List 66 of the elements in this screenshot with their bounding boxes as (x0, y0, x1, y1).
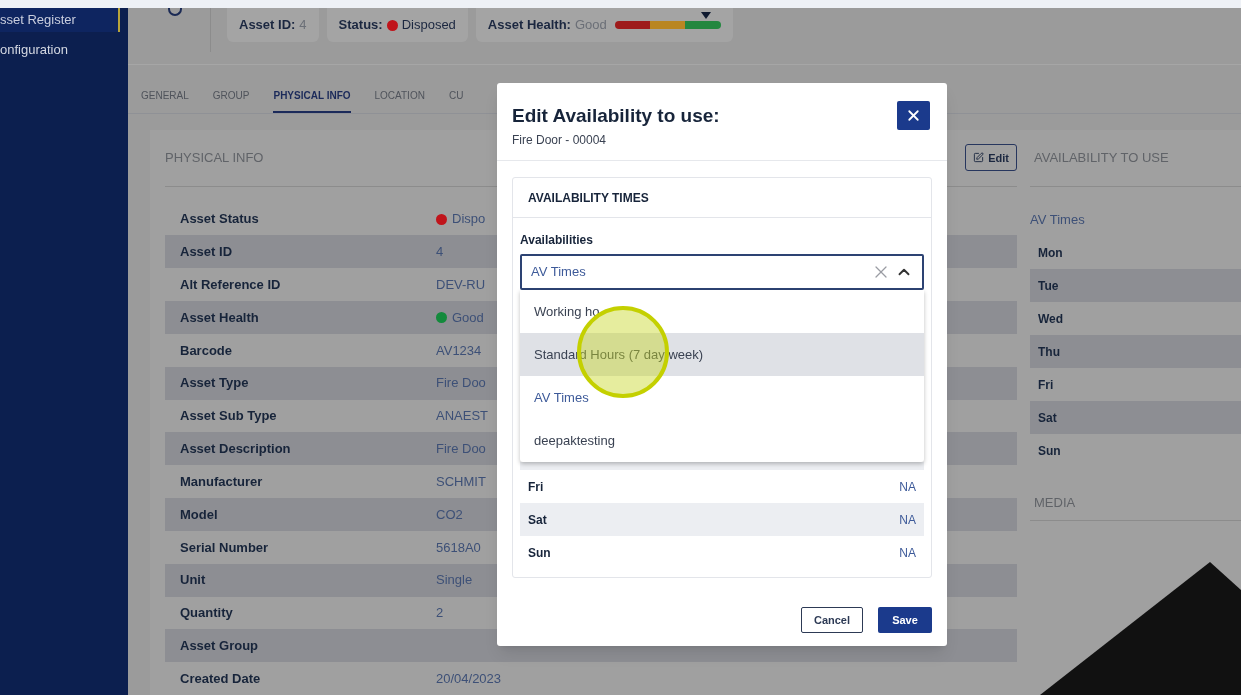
modal-subtitle: Fire Door - 00004 (512, 132, 608, 149)
row-value: 4 (436, 243, 444, 262)
row-label: Manufacturer (180, 472, 264, 491)
chip-label: Status: (338, 16, 383, 35)
day-label: Sat (528, 511, 547, 529)
chip-label: Asset ID: (239, 16, 296, 35)
row-value: CO2 (436, 505, 463, 524)
row-value: Dispo (452, 210, 486, 229)
schedule-name: AV Times (1030, 210, 1085, 229)
row-label: Serial Number (180, 538, 270, 557)
day-label: Fri (1038, 376, 1054, 394)
row-label: Model (180, 505, 219, 524)
row-value: 5618A0 (436, 538, 481, 557)
modal-title: Edit Availability to use: (512, 104, 720, 128)
row-label: Asset Description (180, 440, 292, 459)
section-title: MEDIA (1034, 493, 1076, 512)
day-label: Thu (1038, 343, 1060, 361)
row-label: Asset Group (180, 637, 259, 656)
row-label: Barcode (180, 341, 234, 360)
row-value: 20/04/2023 (436, 669, 502, 688)
row-value: ANAEST (436, 407, 488, 426)
row-value: Good (452, 308, 484, 327)
dropdown-option[interactable]: AV Times (520, 376, 924, 419)
day-hours: NA (899, 478, 916, 496)
day-hours: NA (899, 544, 916, 562)
section-title: AVAILABILITY TO USE (1034, 149, 1169, 168)
row-label: Asset Type (180, 374, 250, 393)
edit-button[interactable]: Edit (965, 144, 1017, 172)
row-value: Fire Doo (436, 374, 486, 393)
row-value: AV1234 (436, 341, 482, 360)
row-label: Asset Health (180, 308, 260, 327)
day-label: Mon (1038, 244, 1063, 262)
row-label: Unit (180, 571, 207, 590)
card-title: AVAILABILITY TIMES (528, 189, 649, 207)
row-label: Asset ID (180, 243, 234, 262)
chip-value: Good (574, 16, 607, 35)
row-value: Single (436, 571, 473, 590)
chip-value: 4 (299, 16, 307, 35)
dropdown-option[interactable]: deepaktesting (520, 419, 924, 462)
availability-select[interactable]: AV Times (520, 254, 924, 290)
row-label: Created Date (180, 669, 262, 688)
sidebar-item[interactable]: onfiguration (0, 38, 128, 62)
tab[interactable]: PHYSICAL INFO (273, 88, 351, 113)
day-label: Wed (1038, 310, 1064, 328)
field-label: Availabilities (520, 232, 594, 249)
row-value: SCHMIT (436, 472, 486, 491)
day-label: Sun (528, 544, 551, 562)
section-title: PHYSICAL INFO (165, 149, 264, 168)
row-value: 2 (436, 604, 444, 623)
day-label: Tue (1038, 277, 1059, 295)
chip-label: Asset Health: (487, 16, 571, 35)
row-label: Asset Status (180, 210, 260, 229)
sidebar-item[interactable]: sset Register (0, 8, 120, 32)
row-value: Fire Doo (436, 440, 486, 459)
row-label: Asset Sub Type (180, 407, 278, 426)
day-hours: NA (899, 511, 916, 529)
day-label: Sat (1038, 409, 1057, 427)
select-value: AV Times (531, 263, 587, 282)
save-button[interactable]: Save (878, 607, 932, 633)
chip-value: Disposed (401, 16, 456, 35)
row-label: Quantity (180, 604, 234, 623)
day-label: Fri (528, 478, 544, 496)
cancel-button[interactable]: Cancel (801, 607, 863, 633)
day-label: Sun (1038, 442, 1061, 460)
row-label: Alt Reference ID (180, 275, 282, 294)
row-value: DEV-RU (436, 275, 486, 294)
